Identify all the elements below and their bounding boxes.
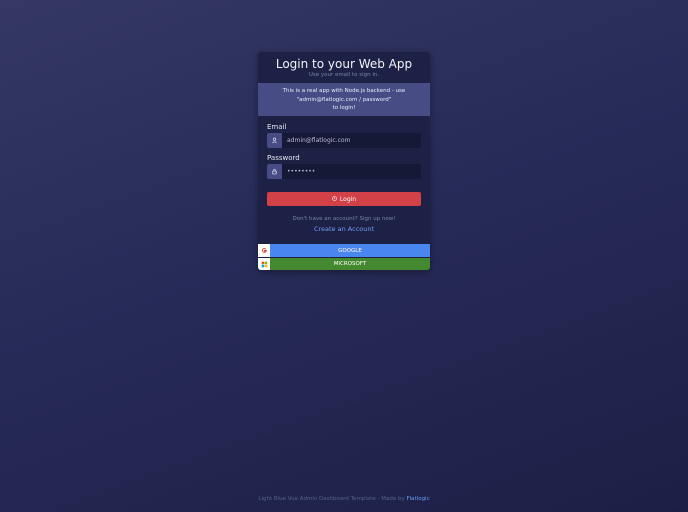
login-title: Login to your Web App <box>275 57 413 71</box>
info-line-1: This is a real app with Node.js backend … <box>282 88 406 94</box>
email-field[interactable] <box>282 133 421 148</box>
microsoft-login-button[interactable]: MICROSOFT <box>258 258 430 270</box>
password-label: Password <box>267 154 300 162</box>
user-icon <box>267 133 282 148</box>
login-button-label: Login <box>339 195 357 203</box>
login-button[interactable]: Login <box>267 192 421 206</box>
footer: Light Blue Vue Admin Dashboard Template … <box>0 496 688 502</box>
login-header: Login to your Web App Use your email to … <box>258 52 430 83</box>
google-login-button[interactable]: GOOGLE <box>258 244 430 257</box>
signup-prompt: Don't have an account? Sign up now! <box>292 216 396 222</box>
info-alert: This is a real app with Node.js backend … <box>258 83 430 116</box>
password-field-group <box>267 164 421 179</box>
login-subtitle: Use your email to sign in. <box>308 72 380 78</box>
microsoft-icon <box>258 258 270 270</box>
login-icon <box>332 195 337 203</box>
email-label: Email <box>267 123 287 131</box>
email-field-group <box>267 133 421 148</box>
lock-icon <box>267 164 282 179</box>
create-account-link[interactable]: Create an Account <box>258 225 430 233</box>
info-line-2: "admin@flatlogic.com / password" <box>296 96 392 103</box>
google-label: GOOGLE <box>338 247 362 254</box>
google-icon <box>258 244 270 257</box>
info-line-3: to login! <box>332 105 356 111</box>
footer-text: Light Blue Vue Admin Dashboard Template … <box>258 496 405 502</box>
footer-brand-link[interactable]: Flatlogic <box>406 496 429 502</box>
login-card: Login to your Web App Use your email to … <box>258 52 430 270</box>
microsoft-label: MICROSOFT <box>333 261 367 267</box>
password-field[interactable] <box>282 164 421 179</box>
